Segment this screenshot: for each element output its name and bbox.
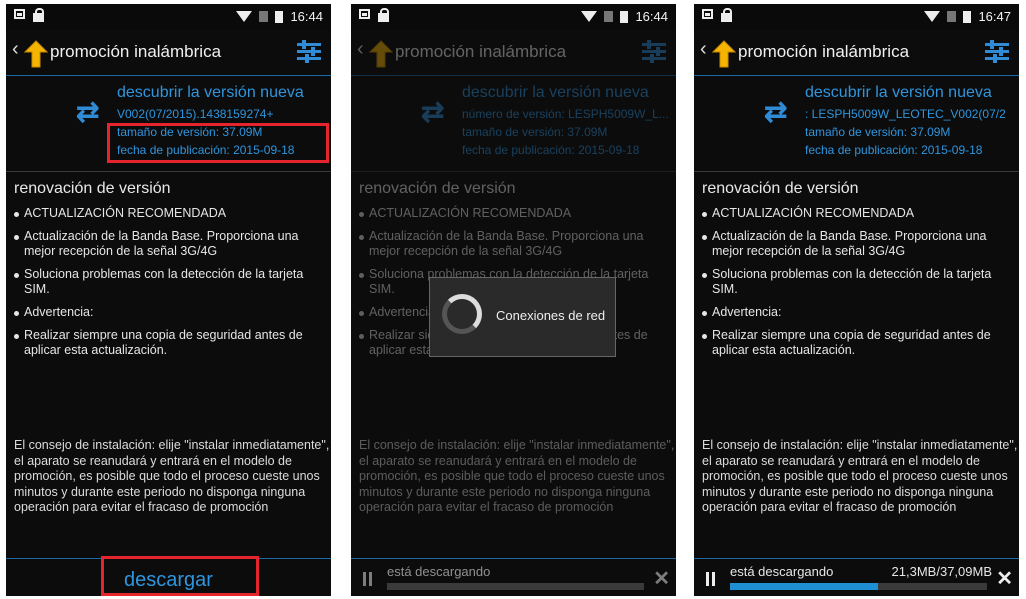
list-item: Actualización de la Banda Base. Proporci… bbox=[14, 229, 319, 259]
phone-screen-2: 16:44 ‹ promoción inalámbrica ⇄ descubri… bbox=[351, 4, 676, 596]
lock-icon bbox=[721, 8, 732, 22]
photo-icon bbox=[359, 9, 370, 19]
status-time: 16:44 bbox=[290, 9, 323, 24]
pause-icon[interactable] bbox=[363, 572, 373, 586]
chevron-left-icon[interactable]: ‹ bbox=[12, 38, 19, 61]
sliders-icon[interactable] bbox=[642, 40, 666, 63]
renewal-list: ACTUALIZACIÓN RECOMENDADA Actualización … bbox=[702, 206, 1007, 366]
version-number: número de versión: LESPH5009W_L... bbox=[462, 107, 669, 121]
list-item: Soluciona problemas con la detección de … bbox=[14, 267, 319, 297]
chevron-left-icon[interactable]: ‹ bbox=[700, 38, 707, 61]
install-advice: El consejo de instalación: elije "instal… bbox=[359, 438, 675, 514]
wifi-icon bbox=[236, 11, 253, 22]
battery-icon bbox=[620, 10, 629, 23]
app-bar: ‹ promoción inalámbrica bbox=[6, 30, 331, 76]
install-advice: El consejo de instalación: elije "instal… bbox=[14, 438, 330, 514]
status-bar: 16:47 bbox=[694, 4, 1019, 30]
battery-icon bbox=[963, 10, 972, 23]
page-title: promoción inalámbrica bbox=[50, 42, 222, 61]
list-item: ACTUALIZACIÓN RECOMENDADA bbox=[359, 206, 664, 221]
sync-icon: ⇄ bbox=[76, 96, 100, 127]
version-title: descubrir la versión nueva bbox=[117, 84, 304, 101]
list-item: Actualización de la Banda Base. Proporci… bbox=[702, 229, 1007, 259]
page-title: promoción inalámbrica bbox=[395, 42, 567, 61]
no-sim-icon bbox=[259, 11, 269, 22]
highlight-box bbox=[107, 123, 329, 163]
app-logo-icon bbox=[24, 40, 48, 68]
version-date: fecha de publicación: 2015-09-18 bbox=[462, 143, 640, 157]
lock-icon bbox=[378, 8, 389, 22]
status-bar: 16:44 bbox=[6, 4, 331, 30]
battery-icon bbox=[275, 10, 284, 23]
renewal-title: renovación de versión bbox=[14, 180, 171, 197]
version-size: tamaño de versión: 37.09M bbox=[805, 125, 951, 139]
version-number: V002(07/2015).1438159274+ bbox=[117, 107, 274, 121]
phone-screen-3: 16:47 ‹ promoción inalámbrica ⇄ descubri… bbox=[694, 4, 1019, 596]
network-dialog: Conexiones de red bbox=[429, 277, 616, 357]
download-progress bbox=[730, 583, 987, 590]
download-bar: está descargando 21,3MB/37,09MB ✕ bbox=[694, 558, 1019, 596]
list-item: Soluciona problemas con la detección de … bbox=[702, 267, 1007, 297]
pause-icon[interactable] bbox=[706, 572, 716, 586]
version-size: tamaño de versión: 37.09M bbox=[462, 125, 608, 139]
version-info: ⇄ descubrir la versión nueva número de v… bbox=[351, 76, 676, 171]
chevron-left-icon[interactable]: ‹ bbox=[357, 38, 364, 61]
renewal-title: renovación de versión bbox=[359, 180, 516, 197]
wifi-icon bbox=[924, 11, 941, 22]
version-info: ⇄ descubrir la versión nueva : LESPH5009… bbox=[694, 76, 1019, 171]
renewal-list: ACTUALIZACIÓN RECOMENDADA Actualización … bbox=[14, 206, 319, 366]
list-item: Realizar siempre una copia de seguridad … bbox=[14, 328, 319, 358]
sync-icon: ⇄ bbox=[421, 96, 445, 127]
page-title: promoción inalámbrica bbox=[738, 42, 910, 61]
photo-icon bbox=[702, 9, 713, 19]
list-item: Advertencia: bbox=[14, 305, 319, 320]
app-bar: ‹ promoción inalámbrica bbox=[351, 30, 676, 76]
download-size: 21,3MB/37,09MB bbox=[891, 564, 992, 579]
app-bar: ‹ promoción inalámbrica bbox=[694, 30, 1019, 76]
list-item: Actualización de la Banda Base. Proporci… bbox=[359, 229, 664, 259]
sliders-icon[interactable] bbox=[985, 40, 1009, 63]
download-progress bbox=[387, 583, 644, 590]
highlight-box bbox=[101, 556, 259, 596]
list-item: ACTUALIZACIÓN RECOMENDADA bbox=[702, 206, 1007, 221]
version-title: descubrir la versión nueva bbox=[805, 84, 992, 101]
sliders-icon[interactable] bbox=[297, 40, 321, 63]
close-icon[interactable]: ✕ bbox=[653, 566, 670, 591]
phone-screen-1: 16:44 ‹ promoción inalámbrica ⇄ descubri… bbox=[6, 4, 331, 596]
wifi-icon bbox=[581, 11, 598, 22]
no-sim-icon bbox=[947, 11, 957, 22]
version-title: descubrir la versión nueva bbox=[462, 84, 649, 101]
version-date: fecha de publicación: 2015-09-18 bbox=[805, 143, 983, 157]
app-logo-icon bbox=[712, 40, 736, 68]
list-item: Realizar siempre una copia de seguridad … bbox=[702, 328, 1007, 358]
photo-icon bbox=[14, 9, 25, 19]
dialog-text: Conexiones de red bbox=[496, 308, 606, 323]
no-sim-icon bbox=[604, 11, 614, 22]
list-item: Advertencia: bbox=[702, 305, 1007, 320]
download-status: está descargando bbox=[730, 564, 834, 579]
status-bar: 16:44 bbox=[351, 4, 676, 30]
download-status: está descargando bbox=[387, 564, 491, 579]
close-icon[interactable]: ✕ bbox=[996, 566, 1013, 591]
install-advice: El consejo de instalación: elije "instal… bbox=[702, 438, 1018, 514]
status-time: 16:47 bbox=[978, 9, 1011, 24]
lock-icon bbox=[33, 8, 44, 22]
loading-spinner-icon bbox=[442, 294, 482, 334]
list-item: ACTUALIZACIÓN RECOMENDADA bbox=[14, 206, 319, 221]
sync-icon: ⇄ bbox=[764, 96, 788, 127]
download-bar: está descargando ✕ bbox=[351, 558, 676, 596]
version-number: : LESPH5009W_LEOTEC_V002(07/2 bbox=[805, 107, 1006, 121]
renewal-title: renovación de versión bbox=[702, 180, 859, 197]
app-logo-icon bbox=[369, 40, 393, 68]
status-time: 16:44 bbox=[635, 9, 668, 24]
